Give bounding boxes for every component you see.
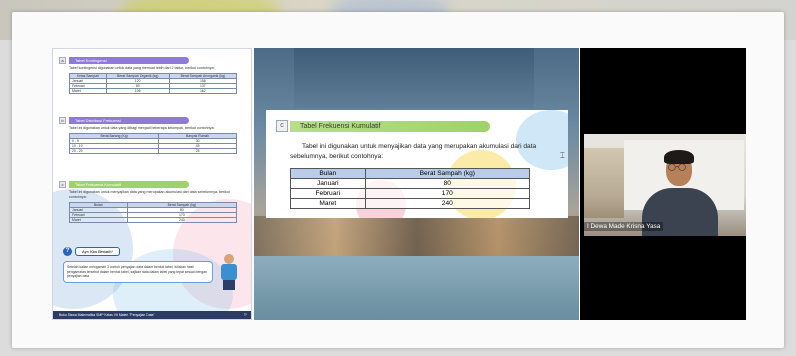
section-cumulative-frequency: c Tabel Frekuensi Kumulatif Tabel ini di… xyxy=(59,181,247,223)
contingency-table: Kelas Sampah Berat Sampah Organik (kg) Ber… xyxy=(69,73,238,94)
table-row: Januari 80 xyxy=(290,178,531,189)
cumulative-table: Bulan Berat Sampah (kg) Januari 80 Februar… xyxy=(69,202,238,223)
slide-title: Tabel Frekuensi Kumulatif xyxy=(290,120,490,132)
practice-text: Setelah kalian mengamati 3 contoh penyaj… xyxy=(63,261,213,283)
section-contingency: a Tabel Kontingensi Tabel kontingensi di… xyxy=(59,57,247,94)
section-title: Tabel Frekuensi Kumulatif xyxy=(69,181,189,188)
section-description: Tabel ini digunakan untuk menyajikan dat… xyxy=(69,190,230,199)
shared-screen-slide: c Tabel Frekuensi Kumulatif Tabel ini di… xyxy=(254,48,579,320)
page-footer: Buku Siswa Matematika SMP Kelas VII Mate… xyxy=(53,311,251,319)
frequency-table: Berat Barang (Kg) Banyak Rumah 0 - 9 30 10… xyxy=(68,133,237,154)
video-panel: ◯-◯ I Dewa Made Krisna Yasa xyxy=(580,48,746,320)
chevron-right-icon: » xyxy=(243,312,247,318)
zoomed-slide: c Tabel Frekuensi Kumulatif Tabel ini di… xyxy=(266,110,568,218)
cumulative-frequency-table: Bulan Berat Sampah (kg) Januari 80 Febru… xyxy=(290,168,531,209)
participant-name: I Dewa Made Krisna Yasa xyxy=(584,222,664,231)
section-number: c xyxy=(59,181,66,188)
slide-header: c Tabel Frekuensi Kumulatif xyxy=(276,120,490,132)
table-row: Maret 240 xyxy=(69,217,238,223)
glasses-icon: ◯-◯ xyxy=(668,164,686,171)
table-row: Februari 170 xyxy=(290,188,531,199)
person-illustration xyxy=(219,254,239,290)
section-number: b xyxy=(59,117,66,124)
shared-document-page: a Tabel Kontingensi Tabel kontingensi di… xyxy=(52,48,252,320)
practice-label: Ayo Kita Berlatih! xyxy=(75,247,120,256)
section-description: Tabel kontingensi digunakan untuk data y… xyxy=(69,66,215,70)
column-header: Berat Sampah (kg) xyxy=(364,168,531,179)
background-room xyxy=(254,216,579,256)
section-number: a xyxy=(59,57,66,64)
slide-description: Tabel ini digunakan untuk menyajikan dat… xyxy=(290,143,537,160)
section-title: Tabel Distribusi Frekuensi xyxy=(69,117,189,124)
table-row: Maret 106 162 xyxy=(69,88,238,94)
table-row: 20 - 29 25 xyxy=(68,148,237,154)
section-frequency-distribution: b Tabel Distribusi Frekuensi Tabel ini d… xyxy=(59,117,247,154)
question-icon: ? xyxy=(63,247,72,256)
section-title: Tabel Kontingensi xyxy=(69,57,189,64)
participant-video[interactable]: ◯-◯ xyxy=(584,134,746,236)
mouse-cursor-icon: ⌶ xyxy=(560,151,565,160)
section-number: c xyxy=(276,120,288,132)
background-room xyxy=(294,48,534,108)
table-row: Maret 240 xyxy=(290,198,531,209)
background-floor xyxy=(254,256,579,320)
section-description: Tabel ini digunakan untuk data yang diba… xyxy=(69,126,215,130)
practice-banner: ? Ayo Kita Berlatih! xyxy=(63,247,120,256)
column-header: Bulan xyxy=(290,168,366,179)
